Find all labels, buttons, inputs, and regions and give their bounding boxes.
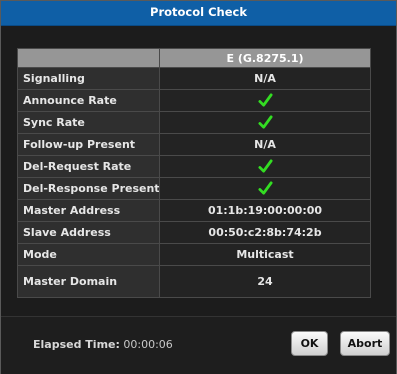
row-value: Multicast <box>159 243 371 266</box>
check-icon <box>257 115 273 129</box>
table-row-signalling: Signalling N/A <box>17 67 371 90</box>
row-value <box>159 155 371 178</box>
row-value: 01:1b:19:00:00:00 <box>159 199 371 222</box>
row-label: Master Address <box>17 199 160 222</box>
abort-button[interactable]: Abort <box>340 331 390 356</box>
elapsed-time-value: 00:00:06 <box>123 338 173 351</box>
row-value <box>159 89 371 112</box>
row-value: N/A <box>159 133 371 156</box>
row-label: Mode <box>17 243 160 266</box>
row-label: Sync Rate <box>17 111 160 134</box>
column-header: E (G.8275.1) <box>159 48 371 68</box>
table-row-follow-up-present: Follow-up Present N/A <box>17 133 371 156</box>
check-icon <box>257 181 273 195</box>
row-value <box>159 111 371 134</box>
table-header-corner <box>17 48 160 68</box>
row-value <box>159 177 371 200</box>
check-icon <box>257 159 273 173</box>
table-row-sync-rate: Sync Rate <box>17 111 371 134</box>
row-label: Master Domain <box>17 265 160 298</box>
elapsed-time-label: Elapsed Time: <box>33 338 120 351</box>
table-row-master-address: Master Address 01:1b:19:00:00:00 <box>17 199 371 222</box>
row-label: Slave Address <box>17 221 160 244</box>
protocol-results-table: E (G.8275.1) Signalling N/A Announce Rat… <box>17 48 371 298</box>
row-label: Del-Request Rate <box>17 155 160 178</box>
table-header-row: E (G.8275.1) <box>17 48 371 68</box>
table-row-del-request-rate: Del-Request Rate <box>17 155 371 178</box>
dialog-title: Protocol Check <box>1 1 396 26</box>
check-icon <box>257 93 273 107</box>
row-value: N/A <box>159 67 371 90</box>
table-row-master-domain: Master Domain 24 <box>17 265 371 298</box>
row-label: Signalling <box>17 67 160 90</box>
elapsed-time: Elapsed Time: 00:00:06 <box>33 337 173 353</box>
row-label: Follow-up Present <box>17 133 160 156</box>
row-value: 24 <box>159 265 371 298</box>
table-row-announce-rate: Announce Rate <box>17 89 371 112</box>
dialog-footer: Elapsed Time: 00:00:06 OK Abort <box>1 316 396 374</box>
table-row-mode: Mode Multicast <box>17 243 371 266</box>
row-label: Announce Rate <box>17 89 160 112</box>
table-row-del-response-present: Del-Response Present <box>17 177 371 200</box>
row-value: 00:50:c2:8b:74:2b <box>159 221 371 244</box>
results-panel: E (G.8275.1) Signalling N/A Announce Rat… <box>1 26 396 316</box>
ok-button[interactable]: OK <box>291 331 328 356</box>
row-label: Del-Response Present <box>17 177 160 200</box>
table-row-slave-address: Slave Address 00:50:c2:8b:74:2b <box>17 221 371 244</box>
protocol-check-dialog: Protocol Check E (G.8275.1) Signalling N… <box>0 0 397 374</box>
